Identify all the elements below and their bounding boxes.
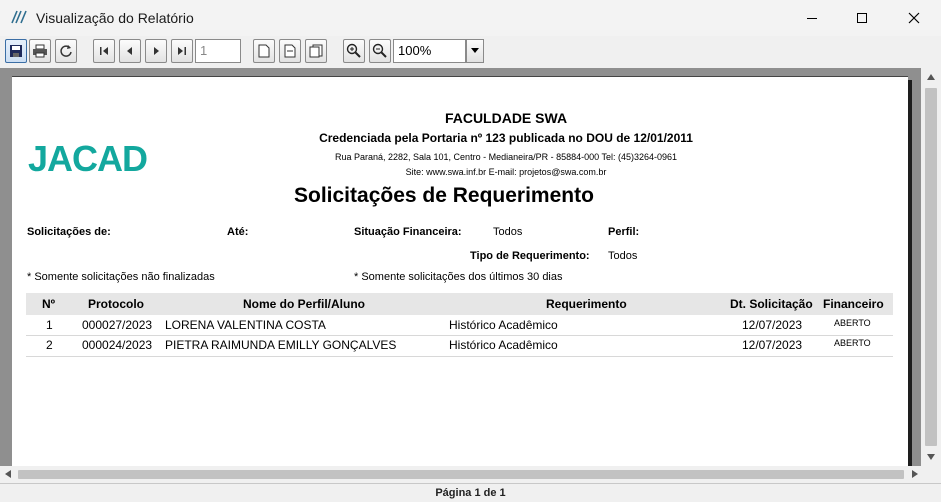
zoom-select[interactable]: 100% [393,39,466,63]
table-cell-financial: ABERTO [834,338,871,348]
filter-financial-label: Situação Financeira: [354,226,462,238]
table-cell-name: PIETRA RAIMUNDA EMILLY GONÇALVES [165,338,397,352]
save-button[interactable] [5,39,27,63]
minimize-icon [807,18,817,19]
table-cell-date: 12/07/2023 [742,318,803,332]
row-divider [26,356,893,357]
zoom-dropdown-button[interactable] [466,39,484,63]
filter-type-value: Todos [608,250,638,262]
scroll-up-icon[interactable] [927,74,935,80]
note-not-finalized: * Somente solicitações não finalizadas [27,271,215,283]
table-cell-protocol: 000024/2023 [82,338,153,352]
filter-from-label: Solicitações de: [27,226,111,238]
report-app-icon [11,10,27,24]
jacad-logo: JACAD [28,138,148,179]
filter-to-label: Até: [227,226,249,238]
table-cell-name: LORENA VALENTINA COSTA [165,318,326,332]
vertical-scroll-thumb[interactable] [925,88,937,446]
last-page-button[interactable] [171,39,193,63]
page-indicator: Página 1 de 1 [435,487,506,499]
close-button[interactable] [891,0,937,36]
printer-icon [33,44,47,58]
report-title: Solicitações de Requerimento [294,184,594,207]
institution-name: FACULDADE SWA [444,110,568,126]
site-email-text: Site: www.swa.inf.br E-mail: projetos@sw… [405,167,607,177]
window-title: Visualização do Relatório [36,10,194,26]
vertical-scrollbar[interactable] [921,68,941,466]
zoom-in-icon [346,43,361,58]
header-request: Requerimento [546,297,627,311]
print-button[interactable] [29,39,51,63]
close-icon [908,12,920,24]
scroll-left-icon[interactable] [5,470,11,478]
maximize-button[interactable] [839,0,885,36]
minimize-button[interactable] [789,0,835,36]
multi-page-icon [309,44,323,58]
title-bar: Visualização do Relatório [0,0,941,36]
status-bar: Página 1 de 1 [0,483,941,502]
table-cell-date: 12/07/2023 [742,338,803,352]
previous-page-button[interactable] [119,39,141,63]
last-page-icon [178,47,186,55]
single-page-icon [258,44,270,58]
next-page-icon [154,47,159,55]
table-cell-number: 2 [46,338,53,352]
next-page-button[interactable] [145,39,167,63]
page-width-button[interactable] [279,39,301,63]
scroll-down-icon[interactable] [927,454,935,460]
filter-financial-value: Todos [493,226,523,238]
header-number: Nº [42,297,56,311]
floppy-disk-icon [10,45,22,57]
filter-type-label: Tipo de Requerimento: [470,250,590,262]
header-protocol: Protocolo [88,297,144,311]
page-number-input[interactable]: 1 [195,39,241,63]
horizontal-scroll-thumb[interactable] [18,470,904,479]
toolbar: 1 100% [0,36,941,68]
first-page-icon [100,47,108,55]
table-cell-request: Histórico Acadêmico [449,318,558,332]
filter-profile-label: Perfil: [608,226,640,238]
page-width-icon [284,44,296,58]
single-page-button[interactable] [253,39,275,63]
previous-page-icon [127,47,132,55]
table-cell-request: Histórico Acadêmico [449,338,558,352]
table-cell-number: 1 [46,318,53,332]
address-text: Rua Paraná, 2282, Sala 101, Centro - Med… [334,152,678,162]
multi-page-button[interactable] [305,39,327,63]
note-last-30-days: * Somente solicitações dos últimos 30 di… [354,271,563,283]
zoom-in-button[interactable] [343,39,365,63]
header-student-name: Nome do Perfil/Aluno [243,297,366,311]
row-divider [26,335,893,336]
chevron-down-icon [471,48,479,53]
first-page-button[interactable] [93,39,115,63]
table-cell-protocol: 000027/2023 [82,318,153,332]
header-request-date: Dt. Solicitação [730,297,813,311]
page-shadow [908,80,912,466]
horizontal-scrollbar[interactable] [0,466,941,483]
accreditation-text: Credenciada pela Portaria nº 123 publica… [319,131,693,145]
scroll-right-icon[interactable] [912,470,918,478]
table-cell-financial: ABERTO [834,318,871,328]
zoom-out-icon [372,43,387,58]
refresh-icon [60,45,72,57]
zoom-out-button[interactable] [369,39,391,63]
header-financial: Financeiro [823,297,884,311]
maximize-icon [857,13,867,23]
refresh-button[interactable] [55,39,77,63]
